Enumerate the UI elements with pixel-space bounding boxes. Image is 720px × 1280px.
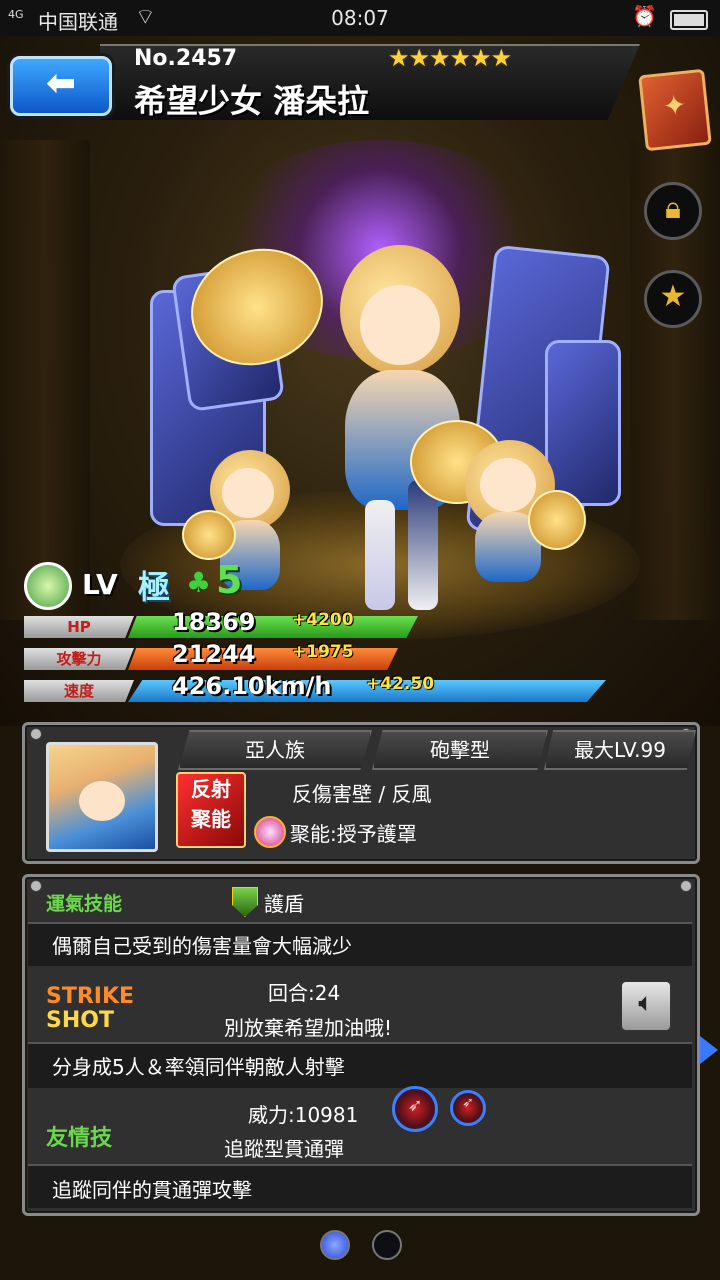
attack-bar (128, 648, 398, 670)
unit-portrait[interactable] (46, 742, 158, 852)
rarity-stars: ★★★★★★ (388, 44, 512, 72)
luck-skill-name: 護盾 (264, 892, 304, 916)
max-level-tag: 最大LV.99 (544, 730, 696, 770)
attack-value: 21244 (172, 640, 256, 668)
favorite-button[interactable]: ★ (644, 270, 702, 328)
abilities-text: 反傷害壁 / 反風 (292, 782, 432, 806)
unit-name: 希望少女 潘朵拉 (134, 82, 370, 120)
level-rank: 極 (138, 568, 171, 606)
strike-shot-turns: 回合:24 (268, 981, 341, 1005)
hp-label: HP (24, 616, 134, 638)
ability-badge: 反射 聚能 (176, 772, 246, 848)
speed-row: 速度 426.10km/h +42.50 (24, 672, 624, 702)
element-icon (24, 562, 72, 610)
clover-icon: ♣ (186, 566, 212, 599)
strike-shot-name: 別放棄希望加油哦! (224, 1016, 393, 1040)
gauge-text: 聚能:授予護罩 (290, 822, 417, 846)
speed-label: 速度 (24, 680, 134, 702)
page-dot-active[interactable] (320, 1230, 350, 1260)
character-artwork (150, 140, 630, 620)
strike-shot-label: STRIKE SHOT (46, 984, 135, 1033)
type-tag: 砲擊型 (372, 730, 548, 770)
page-dot[interactable] (372, 1230, 402, 1260)
status-bar: 4G 中国联通 ⌔ 08:07 ⏰ (0, 0, 720, 36)
battery-icon (670, 10, 708, 30)
friendship-description: 追蹤同伴的貫通彈攻擊 (52, 1178, 252, 1202)
attack-bonus: +1975 (292, 642, 354, 662)
lock-button[interactable]: 🔒︎ (644, 182, 702, 240)
hp-value: 18369 (172, 608, 256, 636)
book-icon[interactable]: ✦ (638, 68, 712, 152)
luck-skill-description: 偶爾自己受到的傷害量會大幅減少 (52, 934, 352, 958)
speed-bonus: +42.50 (366, 674, 435, 694)
attack-label: 攻擊力 (24, 648, 134, 670)
friendship-icon-main: ➶ (392, 1086, 438, 1132)
gauge-icon (254, 816, 286, 848)
clock: 08:07 (331, 6, 389, 30)
level-label: LV (82, 568, 118, 601)
hp-row: HP 18369 +4200 (24, 608, 624, 638)
plus-value: 5 (216, 558, 243, 602)
luck-skill-label: 運氣技能 (46, 893, 123, 915)
speaker-icon: 🔈︎ (638, 988, 654, 1018)
hp-bonus: +4200 (292, 610, 354, 630)
friendship-icon-sub: ➶ (450, 1090, 486, 1126)
race-tag: 亞人族 (178, 730, 372, 770)
alarm-icon: ⏰ (632, 4, 657, 28)
arrow-left-icon: ⬅ (45, 63, 77, 104)
lock-icon: 🔒︎ (665, 191, 681, 226)
pillar-left (0, 140, 90, 620)
friendship-name: 追蹤型貫通彈 (224, 1137, 344, 1161)
back-button[interactable]: ⬅ (10, 56, 112, 116)
star-icon: ★ (659, 279, 687, 314)
next-page-arrow[interactable] (700, 1036, 718, 1064)
sound-button[interactable]: 🔈︎ (620, 980, 672, 1032)
strike-shot-description: 分身成5人＆率領同伴朝敵人射擊 (52, 1055, 345, 1079)
attack-row: 攻擊力 21244 +1975 (24, 640, 624, 670)
unit-number: No.2457 (134, 46, 238, 71)
friendship-power: 威力:10981 (248, 1103, 359, 1127)
speed-value: 426.10km/h (172, 672, 332, 700)
friendship-label: 友情技 (46, 1126, 113, 1151)
